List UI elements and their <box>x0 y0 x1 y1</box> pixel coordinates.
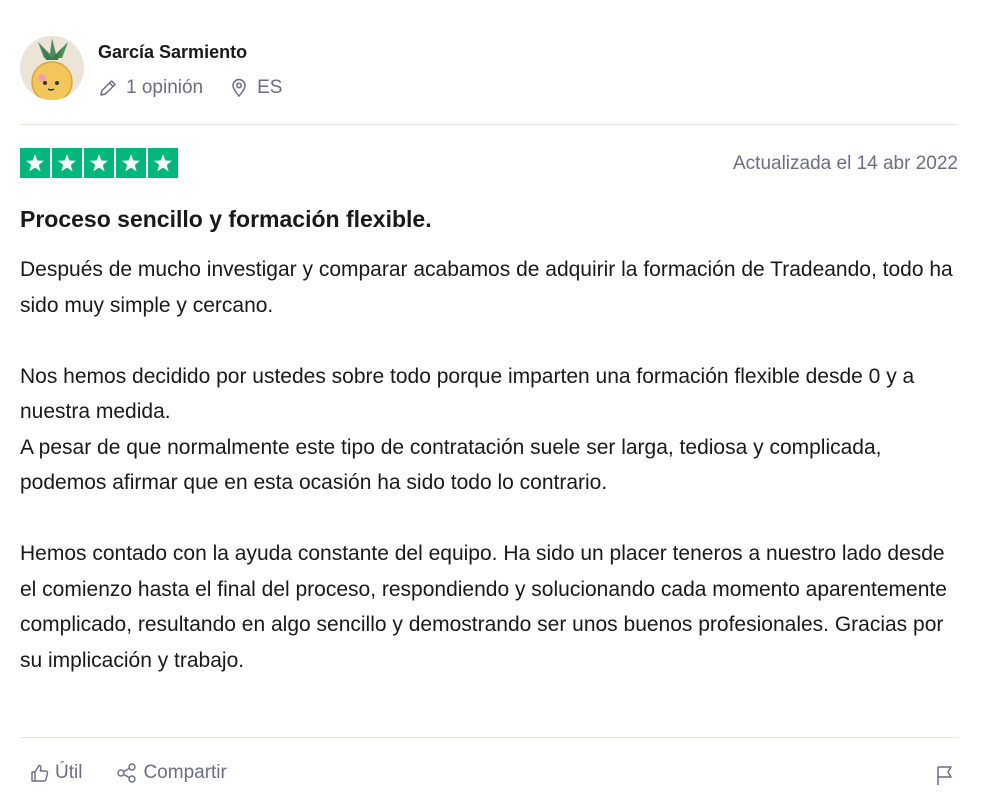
flag-icon <box>937 766 952 785</box>
review-title[interactable]: Proceso sencillo y formación flexible. <box>20 206 432 233</box>
share-icon <box>117 763 137 783</box>
star-rating <box>20 148 180 178</box>
consumer-header: García Sarmiento 1 opinión ES <box>20 34 282 102</box>
header-divider <box>20 124 958 125</box>
review-paragraph: Hemos contado con la ayuda constante del… <box>20 542 947 672</box>
useful-label: Útil <box>55 762 83 783</box>
review-count-label: 1 opinión <box>126 76 204 98</box>
share-label: Compartir <box>143 762 227 783</box>
star-icon <box>116 148 146 178</box>
country-label: ES <box>257 76 283 98</box>
country: ES <box>229 77 282 99</box>
review-paragraph: Después de mucho investigar y comparar a… <box>20 258 953 317</box>
avatar[interactable] <box>20 36 84 100</box>
review-actions: Útil Compartir <box>30 762 227 784</box>
consumer-name[interactable]: García Sarmiento <box>98 42 282 63</box>
useful-button[interactable]: Útil <box>30 762 82 784</box>
consumer-info: García Sarmiento 1 opinión ES <box>98 38 282 99</box>
review-paragraph: Nos hemos decidido por ustedes sobre tod… <box>20 364 915 495</box>
star-icon <box>148 148 178 178</box>
review-count: 1 opinión <box>98 77 203 99</box>
report-flag-button[interactable] <box>934 764 956 791</box>
review-card: García Sarmiento 1 opinión ES Actualizad… <box>20 0 958 808</box>
footer-divider <box>20 737 958 738</box>
consumer-meta: 1 opinión ES <box>98 77 282 99</box>
review-date: Actualizada el 14 abr 2022 <box>733 153 958 174</box>
star-icon <box>20 148 50 178</box>
star-icon <box>52 148 82 178</box>
thumbs-up-icon <box>31 764 49 782</box>
pencil-icon <box>100 79 116 96</box>
avatar-image <box>20 36 84 100</box>
star-icon <box>84 148 114 178</box>
share-button[interactable]: Compartir <box>116 762 227 784</box>
review-body: Después de mucho investigar y comparar a… <box>20 252 958 678</box>
location-pin-icon <box>232 78 246 97</box>
